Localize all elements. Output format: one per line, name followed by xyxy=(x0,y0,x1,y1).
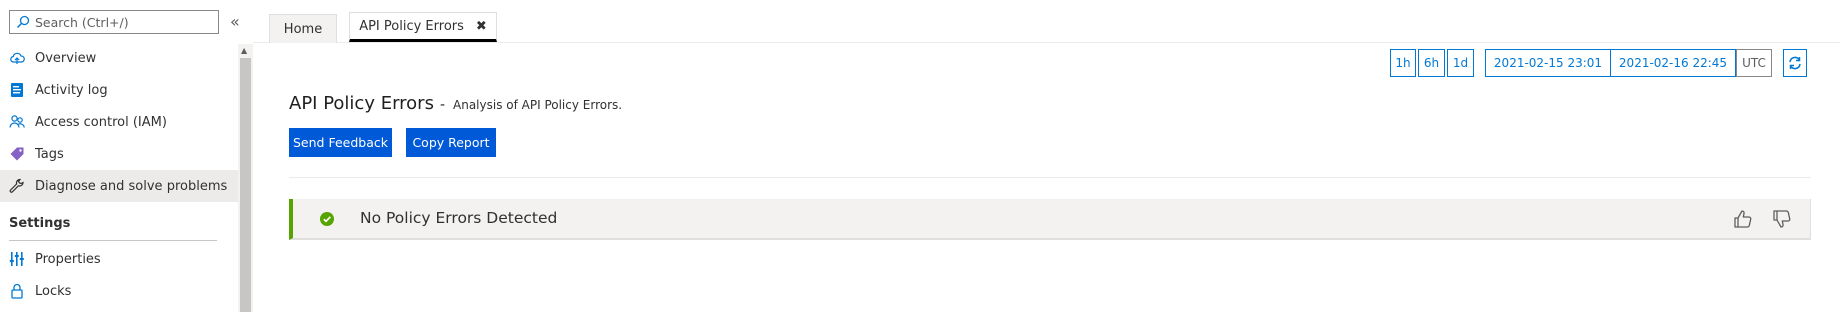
page-subtitle: Analysis of API Policy Errors. xyxy=(453,98,623,112)
sidebar-item-label: Diagnose and solve problems xyxy=(35,178,228,194)
title-separator: - xyxy=(439,97,446,113)
sidebar-item-tags[interactable]: Tags xyxy=(0,138,238,170)
people-icon xyxy=(9,114,25,130)
tab-home[interactable]: Home xyxy=(269,14,337,43)
sidebar-scrollbar[interactable]: ▲ xyxy=(238,44,253,312)
sidebar-item-overview[interactable]: Overview xyxy=(0,42,238,74)
scroll-up-icon[interactable]: ▲ xyxy=(241,46,247,55)
sidebar-item-label: Locks xyxy=(35,283,72,299)
send-feedback-button[interactable]: Send Feedback xyxy=(289,128,392,157)
wrench-icon xyxy=(9,178,25,194)
cloud-upload-icon xyxy=(9,50,25,66)
end-time-field[interactable]: 2021-02-16 22:45 xyxy=(1610,49,1736,77)
divider xyxy=(9,240,217,241)
search-box[interactable] xyxy=(9,10,219,34)
start-time-field[interactable]: 2021-02-15 23:01 xyxy=(1485,49,1611,77)
timezone-label: UTC xyxy=(1736,49,1772,77)
sidebar-item-label: Properties xyxy=(35,251,101,267)
thumbs-up-icon[interactable] xyxy=(1732,208,1754,230)
tab-api-policy-errors[interactable]: API Policy Errors ✖ xyxy=(349,12,497,42)
close-tab-icon[interactable]: ✖ xyxy=(476,19,487,34)
lock-icon xyxy=(9,283,25,299)
sidebar-item-label: Access control (IAM) xyxy=(35,114,167,130)
sidebar-item-diagnose[interactable]: Diagnose and solve problems xyxy=(0,170,238,202)
properties-icon xyxy=(9,251,25,267)
sidebar-item-label: Overview xyxy=(35,50,97,66)
search-icon xyxy=(16,15,30,29)
status-message: No Policy Errors Detected xyxy=(360,209,558,227)
refresh-icon xyxy=(1789,56,1801,70)
copy-report-button[interactable]: Copy Report xyxy=(406,128,496,157)
success-check-icon xyxy=(320,212,334,226)
thumbs-down-icon[interactable] xyxy=(1771,208,1793,230)
tab-bar: Home API Policy Errors ✖ xyxy=(253,0,1840,43)
time-range-1h-button[interactable]: 1h xyxy=(1390,49,1416,77)
status-card: No Policy Errors Detected xyxy=(289,199,1811,240)
time-range-6h-button[interactable]: 6h xyxy=(1418,49,1445,77)
refresh-button[interactable] xyxy=(1783,49,1807,77)
activity-log-icon xyxy=(9,82,25,98)
tab-label: API Policy Errors xyxy=(359,18,464,34)
tab-label: Home xyxy=(283,21,323,37)
sidebar: « Overview Activity log Access control (… xyxy=(0,0,240,312)
time-range-1d-button[interactable]: 1d xyxy=(1447,49,1474,77)
sidebar-item-locks[interactable]: Locks xyxy=(0,275,238,307)
collapse-sidebar-button[interactable]: « xyxy=(230,12,240,31)
divider xyxy=(289,177,1811,178)
tag-icon xyxy=(9,146,25,162)
sidebar-item-access-control[interactable]: Access control (IAM) xyxy=(0,106,238,138)
sidebar-item-properties[interactable]: Properties xyxy=(0,243,238,275)
sidebar-item-label: Activity log xyxy=(35,82,108,98)
page-title: API Policy Errors - Analysis of API Poli… xyxy=(289,93,622,114)
page-title-text: API Policy Errors xyxy=(289,93,434,114)
sidebar-item-activity-log[interactable]: Activity log xyxy=(0,74,238,106)
scrollbar-thumb[interactable] xyxy=(240,58,251,312)
sidebar-item-label: Tags xyxy=(35,146,64,162)
search-input[interactable] xyxy=(35,14,215,30)
settings-heading: Settings xyxy=(9,216,71,231)
